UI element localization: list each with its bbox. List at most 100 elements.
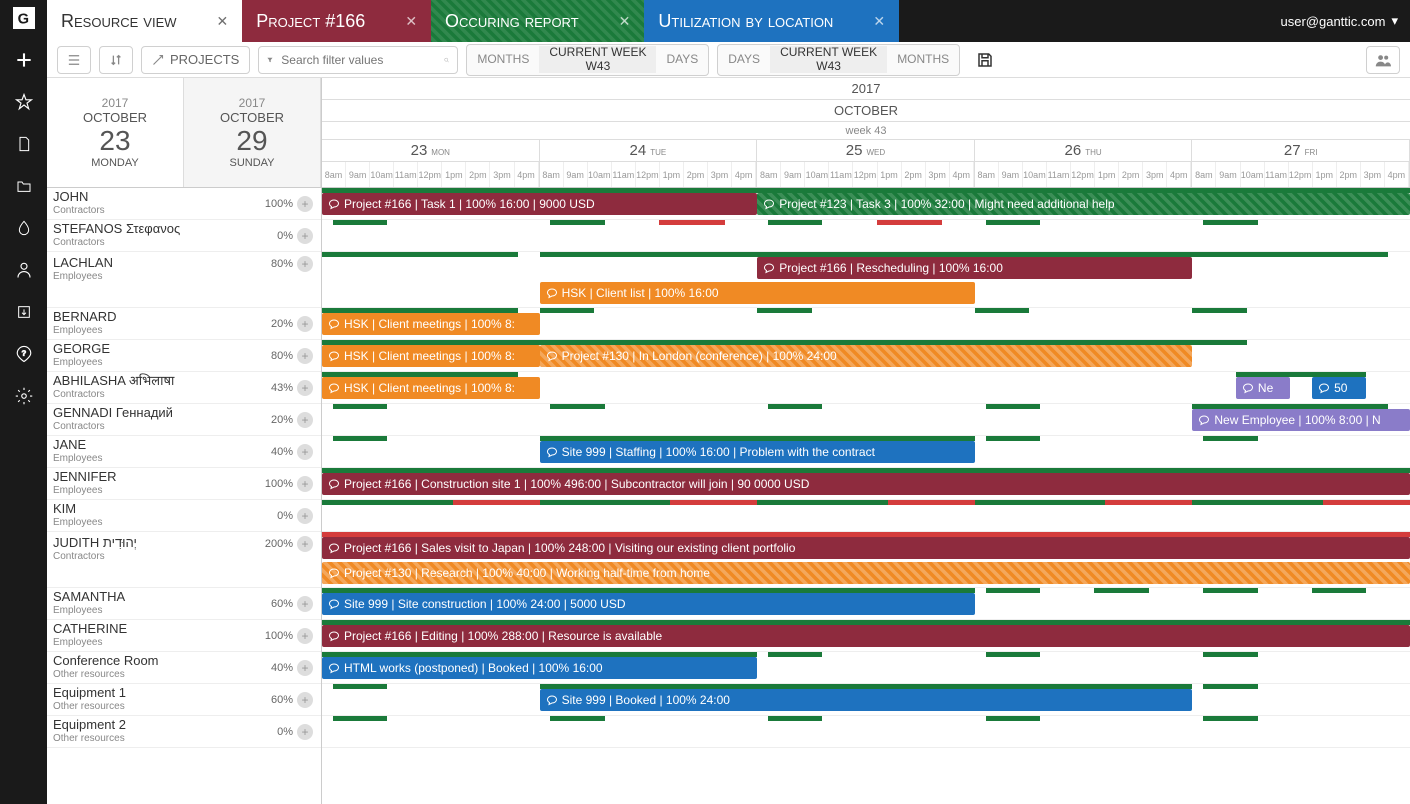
task-bar[interactable]: Project #166 | Sales visit to Japan | 10… — [322, 537, 1410, 559]
task-bar[interactable]: Site 999 | Site construction | 100% 24:0… — [322, 593, 975, 615]
timeline-row[interactable]: Site 999 | Booked | 100% 24:00 — [322, 684, 1410, 716]
resource-row[interactable]: JENNIFEREmployees100%+ — [47, 468, 321, 500]
timeline-row[interactable]: HTML works (postponed) | Booked | 100% 1… — [322, 652, 1410, 684]
timeline-row[interactable]: HSK | Client meetings | 100% 8: Ne 50 — [322, 372, 1410, 404]
timeline-row[interactable]: HSK | Client meetings | 100% 8:Project #… — [322, 340, 1410, 372]
task-bar[interactable]: Project #166 | Task 1 | 100% 16:00 | 900… — [322, 193, 757, 215]
resource-row[interactable]: STEFANOS ΣτεφανοςContractors0%+ — [47, 220, 321, 252]
help-icon[interactable]: ? — [12, 342, 36, 366]
task-bar[interactable]: Project #130 | Research | 100% 40:00 | W… — [322, 562, 1410, 584]
timeline-row[interactable] — [322, 500, 1410, 532]
task-bar[interactable]: HSK | Client list | 100% 16:00 — [540, 282, 975, 304]
add-task-icon[interactable]: + — [297, 316, 313, 332]
list-button[interactable] — [57, 46, 91, 74]
resource-row[interactable]: JUDITH יְהוּדִיתContractors200%+ — [47, 532, 321, 588]
task-bar[interactable]: Site 999 | Booked | 100% 24:00 — [540, 689, 1193, 711]
close-icon[interactable]: ✕ — [405, 13, 417, 30]
timeline-column: 2017 OCTOBER week 43 23 mon8am9am10am11a… — [322, 78, 1410, 804]
resource-row[interactable]: CATHERINEEmployees100%+ — [47, 620, 321, 652]
add-task-icon[interactable]: + — [297, 228, 313, 244]
timeline-row[interactable]: New Employee | 100% 8:00 | N — [322, 404, 1410, 436]
task-bar[interactable]: Ne — [1236, 377, 1290, 399]
add-task-icon[interactable]: + — [297, 536, 313, 552]
timeline-row[interactable]: Project #166 | Rescheduling | 100% 16:00… — [322, 252, 1410, 308]
timeline-row[interactable]: Project #166 | Task 1 | 100% 16:00 | 900… — [322, 188, 1410, 220]
add-task-icon[interactable]: + — [297, 380, 313, 396]
add-task-icon[interactable]: + — [297, 660, 313, 676]
zoom-right[interactable]: DAYS CURRENT WEEKW43 MONTHS — [717, 44, 960, 76]
resource-row[interactable]: Conference RoomOther resources40%+ — [47, 652, 321, 684]
filter-search[interactable] — [258, 46, 458, 74]
add-task-icon[interactable]: + — [297, 256, 313, 272]
resource-row[interactable]: GENNADI ГеннадийContractors20%+ — [47, 404, 321, 436]
add-task-icon[interactable]: + — [297, 628, 313, 644]
resource-row[interactable]: BERNARDEmployees20%+ — [47, 308, 321, 340]
timeline-row[interactable] — [322, 716, 1410, 748]
task-bar[interactable]: Project #166 | Construction site 1 | 100… — [322, 473, 1410, 495]
timeline-row[interactable]: HSK | Client meetings | 100% 8: — [322, 308, 1410, 340]
resource-row[interactable]: ABHILASHA अभिलाषाContractors43%+ — [47, 372, 321, 404]
task-bar[interactable]: Project #130 | In London (conference) | … — [540, 345, 1193, 367]
resource-row[interactable]: JOHNContractors100%+ — [47, 188, 321, 220]
resource-row[interactable]: SAMANTHAEmployees60%+ — [47, 588, 321, 620]
task-bar[interactable]: HSK | Client meetings | 100% 8: — [322, 377, 540, 399]
gantt-area: 2017OCTOBER23MONDAY 2017OCTOBER29SUNDAY … — [47, 78, 1410, 804]
resource-row[interactable]: LACHLANEmployees80%+ — [47, 252, 321, 308]
file-icon[interactable] — [12, 132, 36, 156]
add-task-icon[interactable]: + — [297, 444, 313, 460]
task-bar[interactable]: Site 999 | Staffing | 100% 16:00 | Probl… — [540, 441, 975, 463]
resource-row[interactable]: JANEEmployees40%+ — [47, 436, 321, 468]
users-button[interactable] — [1366, 46, 1400, 74]
task-bar[interactable]: HTML works (postponed) | Booked | 100% 1… — [322, 657, 757, 679]
add-task-icon[interactable]: + — [297, 412, 313, 428]
zoom-left[interactable]: MONTHS CURRENT WEEKW43 DAYS — [466, 44, 709, 76]
timeline-row[interactable]: Site 999 | Staffing | 100% 16:00 | Probl… — [322, 436, 1410, 468]
tab[interactable]: Utilization by location✕ — [644, 0, 899, 42]
folder-icon[interactable] — [12, 174, 36, 198]
sort-button[interactable] — [99, 46, 133, 74]
task-bar[interactable]: HSK | Client meetings | 100% 8: — [322, 345, 540, 367]
day-column: 24 tue8am9am10am11am12pm1pm2pm3pm4pm — [540, 140, 758, 187]
resource-row[interactable]: Equipment 2Other resources0%+ — [47, 716, 321, 748]
resource-row[interactable]: GEORGEEmployees80%+ — [47, 340, 321, 372]
task-bar[interactable]: New Employee | 100% 8:00 | N — [1192, 409, 1410, 431]
add-task-icon[interactable]: + — [297, 596, 313, 612]
task-bar[interactable]: Project #166 | Rescheduling | 100% 16:00 — [757, 257, 1192, 279]
export-icon[interactable] — [12, 300, 36, 324]
person-icon[interactable] — [12, 258, 36, 282]
add-task-icon[interactable]: + — [297, 196, 313, 212]
timeline-row[interactable]: Project #166 | Sales visit to Japan | 10… — [322, 532, 1410, 588]
drop-icon[interactable] — [12, 216, 36, 240]
timeline-row[interactable]: Site 999 | Site construction | 100% 24:0… — [322, 588, 1410, 620]
user-menu[interactable]: user@ganttic.com▾ — [1269, 0, 1410, 42]
comment-icon — [546, 446, 558, 458]
add-task-icon[interactable]: + — [297, 508, 313, 524]
save-button[interactable] — [968, 46, 1002, 74]
timeline-row[interactable] — [322, 220, 1410, 252]
projects-button[interactable]: PROJECTS — [141, 46, 250, 74]
close-icon[interactable]: ✕ — [619, 13, 631, 30]
task-bar[interactable]: HSK | Client meetings | 100% 8: — [322, 313, 540, 335]
gear-icon[interactable] — [12, 384, 36, 408]
add-task-icon[interactable]: + — [297, 348, 313, 364]
add-task-icon[interactable]: + — [297, 724, 313, 740]
filter-input[interactable] — [281, 53, 436, 67]
resource-row[interactable]: KIMEmployees0%+ — [47, 500, 321, 532]
task-bar[interactable]: 50 — [1312, 377, 1366, 399]
add-icon[interactable] — [12, 48, 36, 72]
task-bar[interactable]: Project #123 | Task 3 | 100% 32:00 | Mig… — [757, 193, 1410, 215]
tab[interactable]: Resource view✕ — [47, 0, 242, 42]
task-bar[interactable]: Project #166 | Editing | 100% 288:00 | R… — [322, 625, 1410, 647]
add-task-icon[interactable]: + — [297, 476, 313, 492]
close-icon[interactable]: ✕ — [217, 13, 229, 30]
timeline-row[interactable]: Project #166 | Construction site 1 | 100… — [322, 468, 1410, 500]
tab[interactable]: Project #166✕ — [242, 0, 431, 42]
close-icon[interactable]: ✕ — [873, 13, 885, 30]
resource-row[interactable]: Equipment 1Other resources60%+ — [47, 684, 321, 716]
timeline-row[interactable]: Project #166 | Editing | 100% 288:00 | R… — [322, 620, 1410, 652]
add-task-icon[interactable]: + — [297, 692, 313, 708]
comment-icon — [328, 567, 340, 579]
star-icon[interactable] — [12, 90, 36, 114]
day-column: 25 wed8am9am10am11am12pm1pm2pm3pm4pm — [757, 140, 975, 187]
tab[interactable]: Occuring report✕ — [431, 0, 644, 42]
